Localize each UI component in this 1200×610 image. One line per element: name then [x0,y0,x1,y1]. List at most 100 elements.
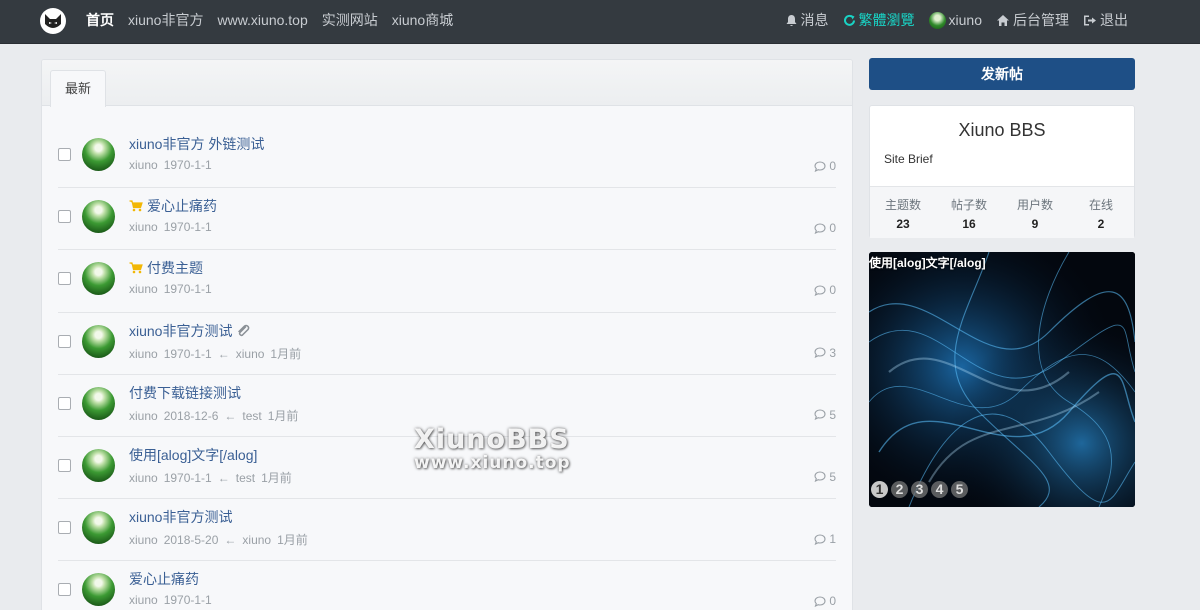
avatar[interactable] [82,324,115,358]
new-post-button[interactable]: 发新帖 [869,58,1135,90]
nav-xiuno-shop[interactable]: xiuno商城 [392,10,453,30]
avatar[interactable] [82,138,115,171]
thread-title-line: 付费下载链接测试 [129,383,241,403]
avatar[interactable] [82,573,115,607]
home-icon [997,14,1009,26]
banner-image [869,252,1135,507]
thread-author[interactable]: xiuno [129,409,158,423]
avatar[interactable] [82,386,115,420]
admin-link[interactable]: 后台管理 [996,10,1069,30]
admin-label: 后台管理 [1013,12,1069,28]
thread-checkbox[interactable] [58,396,71,410]
thread-row[interactable]: 使用[alog]文字[/alog] xiuno 1970-1-1 ← test 1月前 5 [58,437,836,500]
comment-icon [814,223,826,234]
reply-count-value: 5 [829,469,836,484]
reply-count-value: 0 [829,283,836,298]
site-brief: Site Brief [884,152,933,166]
thread-meta: xiuno 1970-1-1 [129,158,218,172]
thread-author[interactable]: xiuno [129,593,158,607]
thread-title[interactable]: xiuno非官方 外链测试 [129,134,264,154]
user-profile-link[interactable]: xiuno [928,11,982,29]
thread-checkbox[interactable] [58,272,71,286]
banner-slideshow[interactable]: 使用[alog]文字[/alog] 1 2 3 4 5 [869,252,1135,507]
slide-dot-3[interactable]: 3 [911,481,928,498]
nav-xiuno-unofficial[interactable]: xiuno非官方 [128,10,203,30]
user-nav: 消息 繁體瀏覽 xiuno 后台管理 退出 [785,0,1128,40]
thread-date: 1970-1-1 [163,346,212,361]
thread-meta: xiuno 2018-12-6 ← test 1月前 [129,407,304,424]
thread-checkbox[interactable] [58,334,71,348]
thread-meta: xiuno 1970-1-1 [129,593,218,607]
last-reply-time: 1月前 [261,470,292,485]
thread-title[interactable]: xiuno非官方测试 [129,507,232,527]
nav-xiuno-top[interactable]: www.xiuno.top [217,12,307,28]
thread-author[interactable]: xiuno [129,533,158,547]
avatar[interactable] [82,262,115,296]
thread-author[interactable]: xiuno [129,471,158,485]
thread-date: 1970-1-1 [163,220,212,235]
comment-icon [814,347,826,359]
thread-checkbox[interactable] [58,583,71,597]
reply-count: 3 [814,346,836,360]
reply-count-value: 3 [829,345,836,360]
thread-title[interactable]: 爱心止痛药 [129,569,199,589]
thread-row[interactable]: xiuno非官方测试 xiuno 1970-1-1 ← xiuno 1月前 3 [58,313,836,375]
thread-title[interactable]: 付费下载链接测试 [129,383,241,403]
last-reply-user[interactable]: test [236,471,255,485]
site-info-card: Xiuno BBS Site Brief 主题数 23 帖子数 16 用户数 9… [869,105,1135,238]
last-reply-user[interactable]: test [242,409,261,423]
tab-latest[interactable]: 最新 [50,70,107,107]
banner-caption: 使用[alog]文字[/alog] [869,256,986,270]
avatar[interactable] [82,200,115,234]
traditional-chinese-link[interactable]: 繁體瀏覽 [843,10,915,30]
thread-checkbox[interactable] [58,458,71,472]
thread-title[interactable]: 使用[alog]文字[/alog] [129,445,257,465]
nav-test-sites[interactable]: 实测网站 [322,10,378,30]
thread-checkbox[interactable] [58,521,71,535]
thread-title-line: xiuno非官方测试 [129,321,250,341]
last-reply-time: 1月前 [267,408,299,423]
reply-count: 0 [814,594,836,608]
last-reply-user[interactable]: xiuno [242,533,271,547]
cart-icon [129,262,143,274]
cart-icon [129,200,143,212]
thread-list-card: 最新 xiuno非官方 外链测试 xiuno 1970-1-1 0 爱心止痛药 xiuno… [41,59,853,610]
avatar [928,11,946,29]
messages-link[interactable]: 消息 [785,10,829,30]
stat-online: 在线 2 [1068,187,1134,238]
thread-author[interactable]: xiuno [129,158,158,172]
thread-title[interactable]: xiuno非官方测试 [129,321,232,341]
last-reply-user[interactable]: xiuno [236,347,265,361]
thread-author[interactable]: xiuno [129,220,158,234]
thread-checkbox[interactable] [58,148,71,161]
thread-row[interactable]: 爱心止痛药 xiuno 1970-1-1 0 [58,561,836,610]
thread-title-line: xiuno非官方测试 [129,507,232,527]
slide-dot-5[interactable]: 5 [951,481,968,498]
stat-label: 用户数 [1016,198,1053,212]
thread-row[interactable]: xiuno非官方测试 xiuno 2018-5-20 ← xiuno 1月前 1 [58,499,836,562]
thread-title-line: 付费主题 [129,258,203,278]
reply-count-value: 5 [829,407,836,422]
thread-title[interactable]: 付费主题 [147,258,203,278]
slide-dot-4[interactable]: 4 [931,481,948,498]
avatar[interactable] [82,511,115,545]
username-label: xiuno [948,12,982,28]
logout-link[interactable]: 退出 [1083,10,1128,30]
reply-count: 0 [814,159,836,173]
slide-dot-2[interactable]: 2 [891,481,908,498]
site-stats: 主题数 23 帖子数 16 用户数 9 在线 2 [870,186,1134,238]
thread-author[interactable]: xiuno [129,347,158,361]
slide-dot-1[interactable]: 1 [871,481,888,498]
thread-row[interactable]: 付费主题 xiuno 1970-1-1 0 [58,250,836,313]
cat-head-icon[interactable] [40,8,66,34]
thread-row[interactable]: xiuno非官方 外链测试 xiuno 1970-1-1 0 [58,126,836,189]
avatar[interactable] [82,448,115,482]
thread-row[interactable]: 爱心止痛药 xiuno 1970-1-1 0 [58,188,836,251]
bell-icon [786,14,797,26]
thread-author[interactable]: xiuno [129,282,158,296]
nav-home[interactable]: 首页 [86,10,114,30]
thread-title[interactable]: 爱心止痛药 [147,196,217,216]
thread-row[interactable]: 付费下载链接测试 xiuno 2018-12-6 ← test 1月前 5 [58,375,836,437]
card-header: 最新 [42,60,852,107]
thread-checkbox[interactable] [58,210,71,224]
